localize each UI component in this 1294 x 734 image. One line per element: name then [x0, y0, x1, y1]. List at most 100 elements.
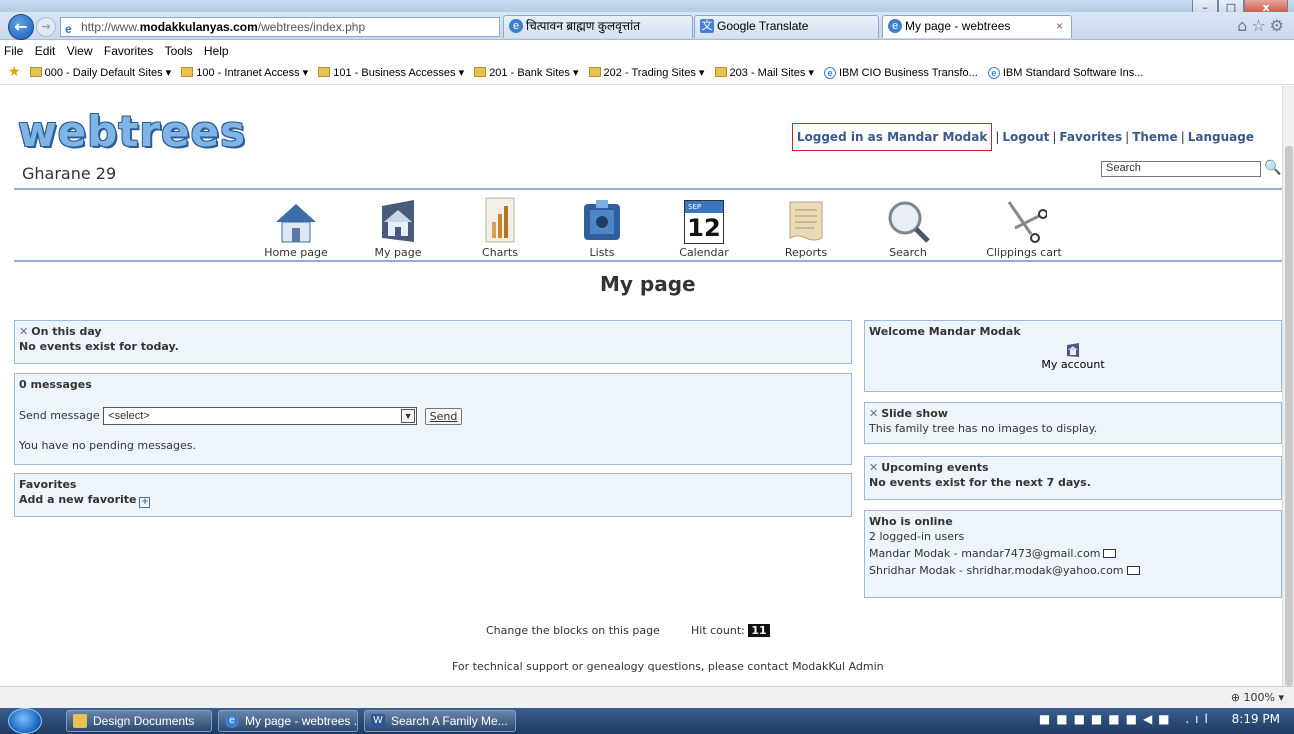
lists-icon: [584, 200, 620, 240]
menu-help[interactable]: Help: [200, 41, 233, 58]
fav-ibm-standard[interactable]: e IBM Standard Software Ins...: [986, 62, 1149, 79]
address-row: ← → e http://www.modakkulanyas.com/webtr…: [0, 12, 1294, 40]
task-my-page-webtrees[interactable]: e My page - webtrees ...: [218, 710, 358, 732]
task-word-document[interactable]: W Search A Family Me...: [364, 710, 516, 732]
ie-icon: e: [823, 67, 836, 79]
back-button[interactable]: ←: [8, 14, 34, 40]
task-label: Design Documents: [93, 714, 195, 728]
fav-ibm-cio[interactable]: e IBM CIO Business Transfo...: [822, 62, 983, 79]
header-divider: [14, 188, 1282, 190]
menu-view[interactable]: View: [63, 41, 97, 58]
logout-link[interactable]: Logout: [1002, 130, 1049, 144]
webtrees-logo[interactable]: webtrees: [18, 111, 246, 153]
task-label: Search A Family Me...: [391, 714, 508, 728]
configure-block-icon[interactable]: ✕: [869, 407, 878, 420]
fav-folder-101[interactable]: 101 - Business Accesses ▾: [316, 61, 469, 79]
vertical-scrollbar[interactable]: [1282, 86, 1294, 686]
clock[interactable]: 8:19 PM: [1232, 712, 1280, 726]
fav-folder-100[interactable]: 100 - Intranet Access ▾: [179, 61, 313, 79]
tab-close-icon[interactable]: ×: [1056, 16, 1063, 37]
folder-icon: [588, 67, 601, 77]
tray-icons[interactable]: ■■■■■■◀■ .ıl: [1039, 712, 1214, 726]
browser-home-favorites-tools[interactable]: ⌂☆⚙: [1237, 16, 1288, 35]
scrollbar-thumb[interactable]: [1285, 146, 1293, 686]
fav-folder-000[interactable]: 000 - Daily Default Sites ▾: [28, 61, 177, 79]
online-user[interactable]: Shridhar Modak - shridhar.modak@yahoo.co…: [865, 562, 1281, 579]
nav-charts[interactable]: Charts: [449, 194, 551, 259]
menu-tools[interactable]: Tools: [161, 41, 197, 58]
address-domain: modakkulanyas.com: [139, 20, 258, 34]
online-user[interactable]: Mandar Modak - mandar7473@gmail.com: [865, 545, 1281, 562]
folder-icon: [181, 67, 194, 77]
my-account-link[interactable]: My account: [865, 342, 1281, 371]
nav-my-page[interactable]: My page: [347, 194, 449, 259]
zoom-control[interactable]: ⊕ 100% ▾: [1231, 691, 1284, 704]
tab-my-page[interactable]: e My page - webtrees ×: [882, 15, 1072, 38]
fav-folder-201[interactable]: 201 - Bank Sites ▾: [472, 61, 583, 79]
fav-label: 100 - Intranet Access ▾: [196, 67, 309, 79]
menu-edit[interactable]: Edit: [31, 41, 60, 58]
start-button[interactable]: [8, 708, 42, 734]
tab-chitpavan[interactable]: e चित्पावन ब्राह्मण कुलवृत्तांत: [503, 15, 693, 38]
slide-show-text: This family tree has no images to displa…: [869, 422, 1098, 435]
nav-search[interactable]: Search: [857, 194, 959, 259]
recipient-select[interactable]: <select> ▼: [103, 407, 418, 425]
nav-clippings-cart[interactable]: Clippings cart: [959, 194, 1089, 259]
ie-tab-icon: e: [509, 19, 523, 33]
nav-lists[interactable]: Lists: [551, 194, 653, 259]
search-icon[interactable]: 🔍: [1264, 160, 1281, 176]
language-link[interactable]: Language: [1188, 130, 1254, 144]
pending-messages-text: You have no pending messages.: [19, 439, 197, 452]
fav-folder-203[interactable]: 203 - Mail Sites ▾: [713, 61, 819, 79]
send-message-label: Send message: [19, 409, 100, 422]
hit-count-label: Hit count:: [691, 624, 745, 637]
configure-block-icon[interactable]: ✕: [19, 325, 28, 338]
online-user-label: Shridhar Modak - shridhar.modak@yahoo.co…: [869, 564, 1124, 577]
envelope-icon[interactable]: [1103, 549, 1117, 558]
ie-icon: e: [225, 714, 239, 728]
change-blocks-link[interactable]: Change the blocks on this page: [486, 624, 660, 637]
scissors-icon: [1007, 201, 1047, 243]
menu-favorites[interactable]: Favorites: [100, 41, 157, 58]
favorites-bar: ★ 000 - Daily Default Sites ▾ 100 - Intr…: [0, 61, 1294, 85]
header-search-input[interactable]: Search: [1101, 161, 1261, 177]
plus-icon[interactable]: +: [139, 497, 151, 508]
add-favorite-icon[interactable]: ★: [8, 63, 21, 79]
site-name: Gharane 29: [22, 164, 117, 183]
fav-label: 203 - Mail Sites ▾: [729, 67, 814, 79]
nav-home-page[interactable]: Home page: [245, 194, 347, 259]
add-favorite-label: Add a new favorite: [19, 493, 137, 506]
menu-file[interactable]: File: [0, 41, 27, 58]
tab-label: चित्पावन ब्राह्मण कुलवृत्तांत: [526, 19, 641, 33]
tab-google-translate[interactable]: 文 Google Translate: [694, 15, 879, 38]
user-links: Logged in as Mandar Modak | Logout | Favorit…: [791, 123, 1254, 151]
my-page-icon: [382, 200, 414, 242]
fav-folder-202[interactable]: 202 - Trading Sites ▾: [587, 61, 710, 79]
configure-block-icon[interactable]: ✕: [869, 461, 878, 474]
nav-reports[interactable]: Reports: [755, 194, 857, 259]
translate-tab-icon: 文: [700, 19, 714, 33]
nav-label: Home page: [264, 246, 328, 259]
folder-icon: [714, 67, 727, 77]
support-contact-link[interactable]: For technical support or genealogy quest…: [452, 660, 884, 673]
logged-in-as[interactable]: Logged in as Mandar Modak: [791, 123, 993, 151]
ie-icon: e: [987, 67, 1000, 79]
welcome-block: Welcome Mandar Modak My account: [864, 320, 1282, 392]
address-bar[interactable]: e http://www.modakkulanyas.com/webtrees/…: [60, 17, 500, 37]
theme-link[interactable]: Theme: [1132, 130, 1178, 144]
add-favorite-link[interactable]: Add a new favorite +: [15, 491, 851, 510]
nav-label: Calendar: [679, 246, 729, 259]
task-design-documents[interactable]: Design Documents: [66, 710, 212, 732]
send-button[interactable]: Send: [424, 407, 463, 425]
my-account-icon: [1067, 343, 1079, 357]
page-title: My page: [600, 272, 696, 296]
block-title: Slide show: [881, 407, 948, 420]
menu-bar: File Edit View Favorites Tools Help: [0, 41, 1294, 61]
nav-calendar[interactable]: SEP 12 Calendar: [653, 194, 755, 259]
fav-label: 101 - Business Accesses ▾: [333, 67, 465, 79]
calendar-month: SEP: [685, 201, 723, 213]
envelope-icon[interactable]: [1126, 566, 1140, 575]
favorites-link[interactable]: Favorites: [1059, 130, 1122, 144]
forward-button[interactable]: →: [36, 17, 56, 37]
folder-icon: [474, 67, 487, 77]
